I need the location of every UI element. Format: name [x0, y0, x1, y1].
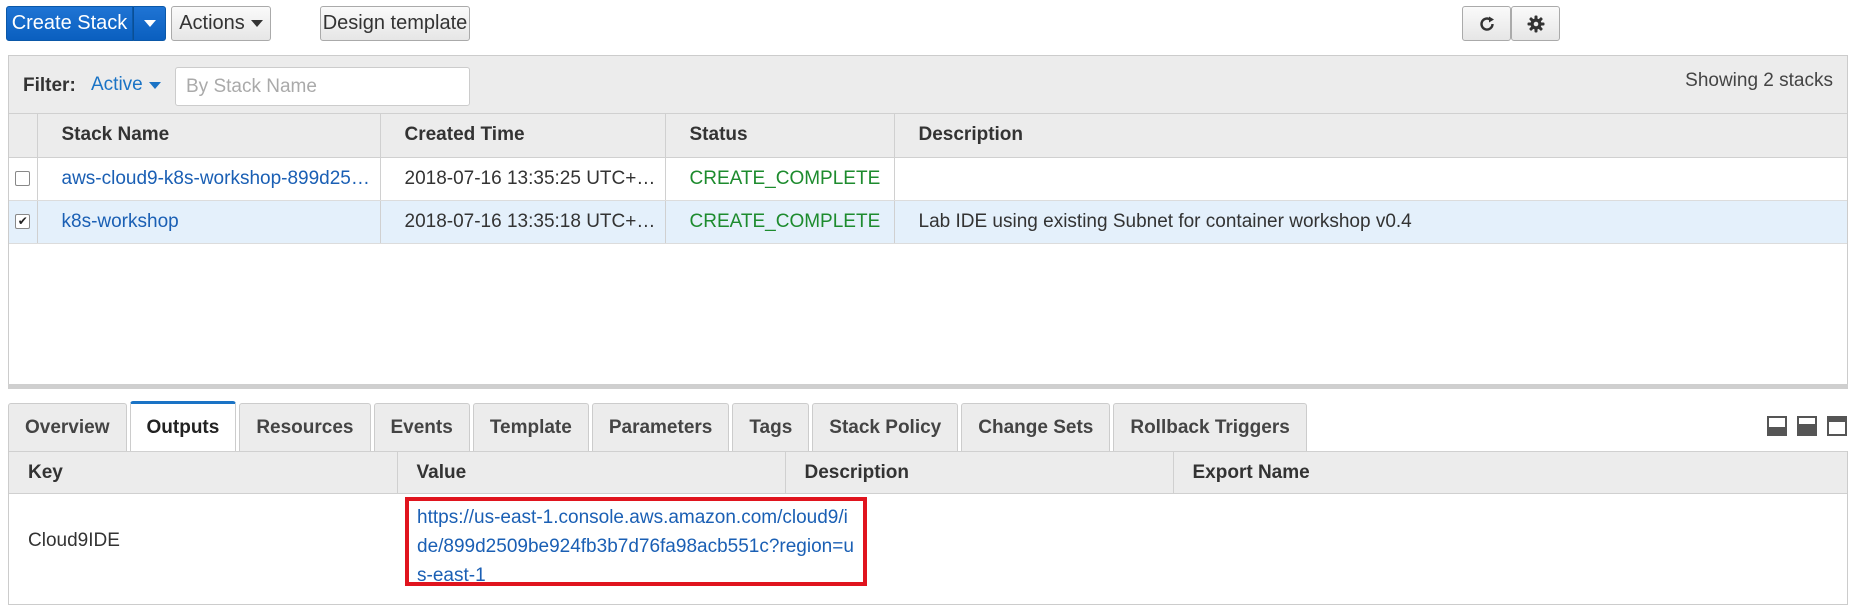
column-header-status[interactable]: Status [664, 114, 894, 158]
column-header-key: Key [9, 451, 397, 494]
chevron-down-icon [148, 81, 161, 89]
column-header-description[interactable]: Description [893, 114, 1847, 158]
check-icon: ✔ [17, 213, 28, 228]
panel-layout-controls [1767, 416, 1847, 436]
output-value-cell: https://us-east-1.console.aws.amazon.com… [397, 494, 867, 588]
row-checkbox[interactable]: ✔ [15, 213, 31, 229]
tab-stack-policy[interactable]: Stack Policy [812, 403, 959, 451]
output-export-name-cell [1173, 494, 1847, 588]
created-time-cell: 2018-07-16 13:35:18 UTC+0800 [379, 200, 665, 244]
stack-count-text: Showing 2 stacks [1685, 70, 1833, 91]
filter-label: Filter: [23, 75, 76, 96]
stacks-table-header: Stack Name Created Time Status Descripti… [9, 114, 1847, 158]
create-stack-dropdown-button[interactable] [133, 6, 166, 41]
chevron-down-icon [250, 20, 263, 27]
actions-label: Actions [179, 12, 245, 34]
stack-name-link[interactable]: k8s-workshop [36, 200, 380, 244]
panel-bottom-icon[interactable] [1767, 416, 1787, 436]
panel-half-icon[interactable] [1797, 416, 1817, 436]
column-header-value: Value [396, 451, 785, 494]
description-cell [893, 157, 1847, 201]
tab-template[interactable]: Template [472, 403, 589, 451]
description-cell: Lab IDE using existing Subnet for contai… [893, 200, 1847, 244]
row-checkbox[interactable] [15, 170, 31, 186]
outputs-table: Key Value Description Export Name Cloud9… [9, 451, 1847, 588]
refresh-button[interactable] [1462, 6, 1511, 41]
tab-parameters[interactable]: Parameters [591, 403, 730, 451]
select-column-header [9, 114, 37, 158]
stacks-table: Stack Name Created Time Status Descripti… [9, 114, 1847, 244]
panel-resize-handle[interactable] [8, 384, 1848, 389]
design-template-label: Design template [322, 12, 468, 34]
column-header-description: Description [784, 451, 1173, 494]
create-stack-label: Create Stack [11, 12, 128, 34]
settings-button[interactable] [1511, 6, 1560, 41]
panel-max-icon[interactable] [1827, 416, 1847, 436]
cloud9-ide-url-link[interactable]: https://us-east-1.console.aws.amazon.com… [405, 497, 867, 586]
detail-tabs: Overview Outputs Resources Events Templa… [8, 401, 1310, 451]
tab-rollback-triggers[interactable]: Rollback Triggers [1113, 403, 1307, 451]
outputs-panel: Key Value Description Export Name Cloud9… [8, 451, 1848, 605]
stack-name-link[interactable]: aws-cloud9-k8s-workshop-899d2509be… [36, 157, 380, 201]
status-cell: CREATE_COMPLETE [664, 200, 894, 244]
chevron-down-icon [143, 20, 156, 27]
refresh-icon [1479, 16, 1494, 31]
row-select-cell [9, 157, 37, 201]
output-key-cell: Cloud9IDE [28, 529, 120, 551]
status-filter-dropdown[interactable]: Active [91, 74, 161, 96]
tab-tags[interactable]: Tags [732, 403, 810, 451]
gear-icon [1527, 15, 1544, 32]
tab-events[interactable]: Events [373, 403, 470, 451]
create-stack-button[interactable]: Create Stack [6, 6, 133, 41]
status-cell: CREATE_COMPLETE [664, 157, 894, 201]
stacks-panel: Filter: Active Showing 2 stacks Stack Na… [8, 55, 1848, 385]
created-time-cell: 2018-07-16 13:35:25 UTC+0800 [379, 157, 665, 201]
actions-button[interactable]: Actions [171, 6, 271, 41]
tab-overview[interactable]: Overview [8, 403, 127, 451]
row-select-cell: ✔ [9, 200, 37, 244]
table-row[interactable]: aws-cloud9-k8s-workshop-899d2509be… 2018… [9, 157, 1847, 201]
status-filter-value: Active [91, 74, 143, 95]
filter-bar: Filter: Active Showing 2 stacks [9, 56, 1847, 114]
outputs-table-header: Key Value Description Export Name [9, 451, 1847, 494]
stack-name-search-input[interactable] [175, 67, 470, 106]
column-header-stack-name[interactable]: Stack Name [36, 114, 380, 158]
column-header-export-name: Export Name [1172, 451, 1847, 494]
tab-change-sets[interactable]: Change Sets [961, 403, 1111, 451]
design-template-button[interactable]: Design template [320, 6, 470, 41]
tab-outputs[interactable]: Outputs [129, 401, 237, 451]
column-header-created-time[interactable]: Created Time [379, 114, 665, 158]
tab-resources[interactable]: Resources [239, 403, 371, 451]
table-row: Cloud9IDE https://us-east-1.console.aws.… [9, 494, 1847, 588]
table-row[interactable]: ✔ k8s-workshop 2018-07-16 13:35:18 UTC+0… [9, 200, 1847, 244]
